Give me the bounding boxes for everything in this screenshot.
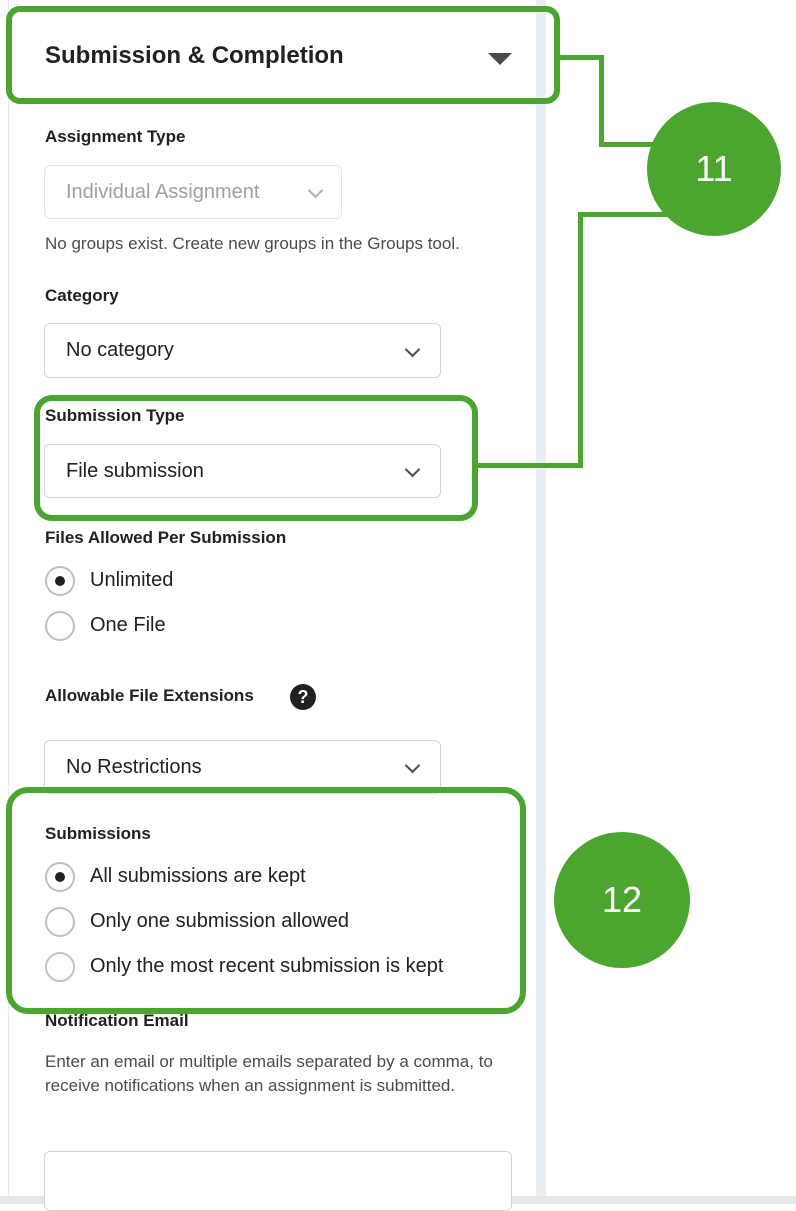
notification-email-input[interactable] [44,1151,512,1211]
category-value: No category [66,339,174,361]
question-circle-icon[interactable]: ? [290,684,316,710]
notification-email-label: Notification Email [45,1011,189,1030]
callout-badge-11: 11 [647,102,781,236]
callout-11-connector [599,55,604,147]
extensions-label: Allowable File Extensions [45,686,254,705]
chevron-down-icon [307,182,324,199]
callout-12-submissions-highlight [6,787,526,1014]
category-label: Category [45,286,119,305]
files-unlimited-radio[interactable] [45,566,75,596]
extensions-value: No Restrictions [66,755,202,778]
assignment-type-value: Individual Assignment [66,180,260,203]
assignment-type-help: No groups exist. Create new groups in th… [45,234,460,253]
callout-11-connector [558,55,603,60]
callout-badge-12: 12 [554,832,690,968]
panel-scroll-rail[interactable] [536,0,546,1196]
category-select[interactable]: No category [44,323,441,378]
files-one-radio[interactable] [45,611,75,641]
assignment-type-label: Assignment Type [45,127,186,146]
notification-email-help: Enter an email or multiple emails separa… [45,1052,493,1095]
callout-11-connector [475,463,583,468]
files-unlimited-label[interactable]: Unlimited [90,569,173,592]
extensions-select[interactable]: No Restrictions [44,740,441,794]
chevron-down-icon [404,341,421,357]
chevron-down-icon [404,757,421,774]
files-allowed-label: Files Allowed Per Submission [45,528,287,547]
callout-11-submission-type-highlight [34,395,478,521]
assignment-type-select: Individual Assignment [44,165,342,219]
callout-11-connector [578,212,583,468]
files-one-label[interactable]: One File [90,614,166,637]
callout-11-connector [578,212,670,217]
callout-11-header-highlight [6,6,560,104]
